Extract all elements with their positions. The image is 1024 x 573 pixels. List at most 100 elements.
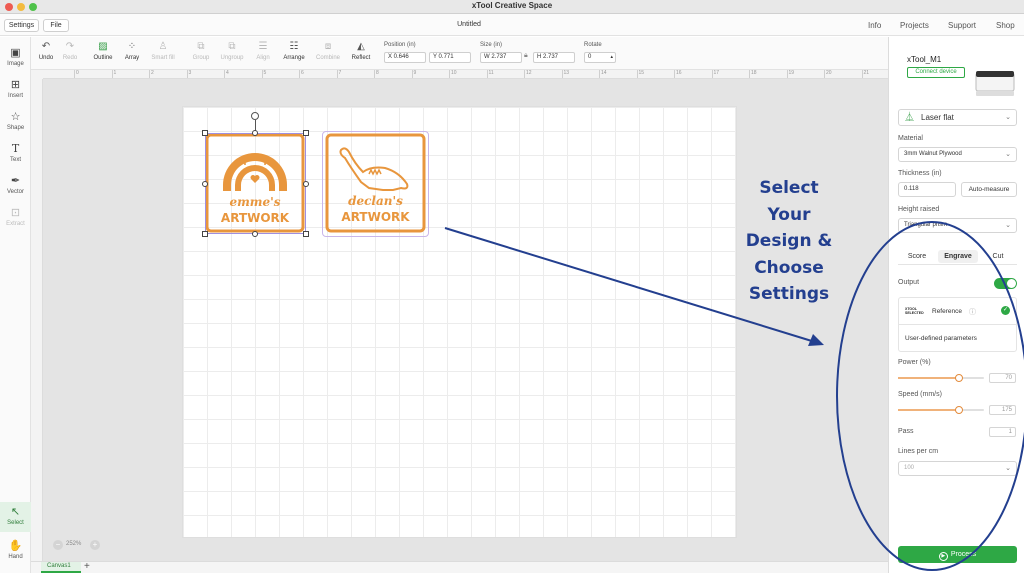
check-circle-icon: ✓ <box>1001 306 1010 315</box>
chevron-down-icon: ⌄ <box>1005 151 1011 158</box>
speed-slider-thumb[interactable] <box>955 406 963 414</box>
pass-label: Pass <box>898 428 914 435</box>
rotate-value: 0 <box>588 54 592 60</box>
speed-input[interactable]: 175 <box>989 405 1016 415</box>
material-select[interactable]: 3mm Walnut Plywood ⌄ <box>898 147 1017 162</box>
connect-device-button[interactable]: Connect device <box>907 67 965 78</box>
rail-vector[interactable]: ✒ Vector <box>0 171 31 201</box>
height-raised-value: Triangular prism <box>904 222 948 228</box>
material-value: 3mm Walnut Plywood <box>904 151 962 157</box>
reference-row[interactable]: XTOOL SELECTED Reference ⓘ ✓ <box>899 298 1016 325</box>
speed-slider[interactable] <box>898 406 984 414</box>
resize-handle-top-left[interactable] <box>202 130 208 136</box>
play-icon: ▶ <box>938 552 948 561</box>
tab-cut[interactable]: Cut <box>980 250 1016 263</box>
power-input[interactable]: 70 <box>989 373 1016 383</box>
ruler-tick-label: 14 <box>599 70 607 78</box>
group-button[interactable]: ⧉ Group <box>189 41 213 63</box>
rail-select[interactable]: ↖ Select <box>0 502 31 532</box>
outline-button[interactable]: ▨ Outline <box>91 41 115 63</box>
zoom-in-icon[interactable]: + <box>90 540 100 550</box>
redo-label: Redo <box>62 55 78 61</box>
rotate-field[interactable]: 0 ▴ <box>584 52 616 63</box>
selection-box[interactable] <box>205 133 306 234</box>
arrange-button[interactable]: ☷ Arrange <box>280 41 308 63</box>
height-field[interactable]: H 2.737 <box>533 52 575 63</box>
annotation-line-3: Design & <box>745 231 833 251</box>
resize-handle-right[interactable] <box>303 181 309 187</box>
resize-handle-bottom-right[interactable] <box>303 231 309 237</box>
array-button[interactable]: ⁘ Array <box>122 41 142 63</box>
combine-button[interactable]: ⧈ Combine <box>313 41 343 63</box>
resize-handle-top[interactable] <box>252 130 258 136</box>
shop-link[interactable]: Shop <box>996 21 1015 30</box>
position-caption: Position (in) <box>384 42 416 48</box>
undo-button[interactable]: ↶ Undo <box>38 41 54 63</box>
redo-button[interactable]: ↷ Redo <box>62 41 78 63</box>
thickness-input[interactable]: 0.118 <box>898 182 956 197</box>
info-link[interactable]: Info <box>868 21 881 30</box>
rotate-stepper-icon[interactable]: ▴ <box>610 53 613 62</box>
support-link[interactable]: Support <box>948 21 976 30</box>
lines-per-cm-select[interactable]: 100 ⌄ <box>898 461 1017 476</box>
pass-input[interactable]: 1 <box>989 427 1016 437</box>
rail-hand[interactable]: ✋ Hand <box>0 536 31 566</box>
height-raised-label: Height raised <box>898 206 940 213</box>
canvas-tab-1[interactable]: Canvas1 <box>41 562 81 573</box>
width-field[interactable]: W 2.737 <box>480 52 522 63</box>
rail-image[interactable]: ▣ Image <box>0 43 31 73</box>
rail-extract[interactable]: ⊡ Extract <box>0 203 31 233</box>
rotate-handle[interactable] <box>251 112 259 120</box>
ungroup-button[interactable]: ⧉ Ungroup <box>218 41 246 63</box>
processing-mode-value: Laser flat <box>921 113 954 122</box>
reflect-button[interactable]: ◭ Reflect <box>348 41 374 63</box>
y-position-field[interactable]: Y 0.771 <box>429 52 471 63</box>
output-toggle[interactable] <box>994 278 1017 289</box>
smart-fill-button[interactable]: ♙ Smart fill <box>149 41 177 63</box>
zoom-out-icon[interactable]: − <box>53 540 63 550</box>
tab-score[interactable]: Score <box>898 250 936 263</box>
ruler-tick-label: 4 <box>224 70 229 78</box>
parameter-source-box: XTOOL SELECTED Reference ⓘ ✓ User-define… <box>898 297 1017 352</box>
resize-handle-bottom-left[interactable] <box>202 231 208 237</box>
lines-per-cm-label: Lines per cm <box>898 448 939 455</box>
processing-mode-select[interactable]: ⏅ Laser flat ⌄ <box>898 109 1017 126</box>
align-button[interactable]: ☰ Align <box>252 41 274 63</box>
select-cursor-icon: ↖ <box>10 506 21 518</box>
lock-ratio-icon[interactable]: 🔒︎ <box>524 52 528 60</box>
resize-handle-left[interactable] <box>202 181 208 187</box>
group-label: Group <box>192 55 210 61</box>
device-name: xTool_M1 <box>907 55 942 64</box>
ruler-tick-label: 20 <box>824 70 832 78</box>
user-defined-row[interactable]: User-defined parameters <box>905 335 977 342</box>
chevron-down-icon: ⌄ <box>1005 465 1011 472</box>
ruler-corner <box>31 70 43 79</box>
shape-icon: ☆ <box>10 111 21 123</box>
top-ruler: 0123456789101112131415161718192021222324… <box>43 70 888 79</box>
process-button[interactable]: ▶ Process <box>898 546 1017 563</box>
ruler-tick-label: 2 <box>149 70 154 78</box>
power-slider[interactable] <box>898 374 984 382</box>
ruler-tick-label: 17 <box>711 70 720 78</box>
design-declan-artwork[interactable]: declan's ARTWORK <box>322 131 429 237</box>
x-position-field[interactable]: X 0.646 <box>384 52 426 63</box>
array-icon: ⁘ <box>127 41 137 52</box>
height-raised-select[interactable]: Triangular prism ⌄ <box>898 218 1017 233</box>
tab-engrave[interactable]: Engrave <box>938 250 978 263</box>
projects-link[interactable]: Projects <box>900 21 929 30</box>
power-slider-thumb[interactable] <box>955 374 963 382</box>
align-label: Align <box>256 55 270 61</box>
add-canvas-icon[interactable]: + <box>84 561 90 572</box>
resize-handle-top-right[interactable] <box>303 130 309 136</box>
rail-insert[interactable]: ⊞ Insert <box>0 75 31 105</box>
document-title: Untitled <box>457 21 481 28</box>
combine-label: Combine <box>315 55 340 61</box>
info-icon[interactable]: ⓘ <box>969 307 976 317</box>
text-icon: T <box>11 142 20 155</box>
resize-handle-bottom[interactable] <box>252 231 258 237</box>
rail-text[interactable]: T Text <box>0 139 31 169</box>
canvas-tab-1-label: Canvas1 <box>47 563 71 569</box>
rail-shape[interactable]: ☆ Shape <box>0 107 31 137</box>
annotation-line-4: Choose <box>754 257 824 278</box>
auto-measure-button[interactable]: Auto-measure <box>961 182 1017 197</box>
